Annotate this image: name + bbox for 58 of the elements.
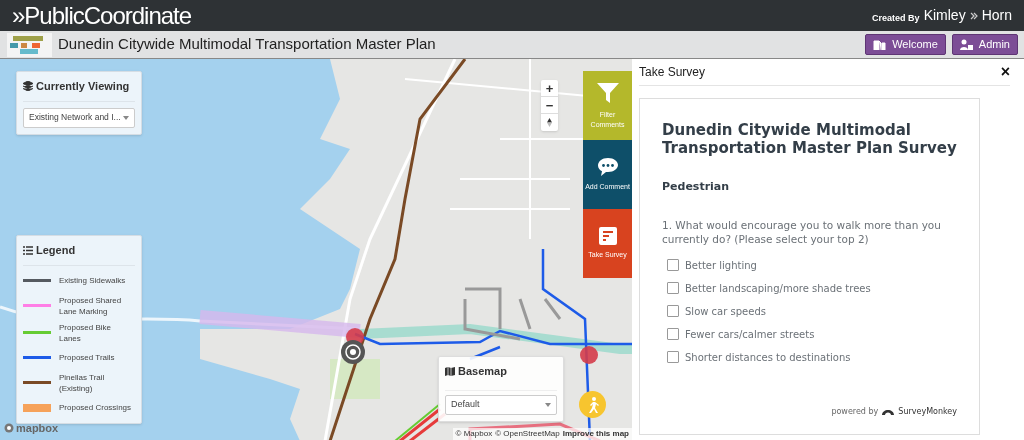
checkbox[interactable]	[667, 328, 679, 340]
clipboard-icon	[598, 227, 617, 245]
checkbox[interactable]	[667, 259, 679, 271]
layers-icon	[23, 81, 33, 92]
zoom-in-button[interactable]: +	[541, 80, 558, 97]
question-text: 1. What would encourage you to walk more than you currently do? (Please select your top 2)	[662, 217, 942, 246]
survey-title: Dunedin Citywide Multimodal Transportation Master Plan Survey	[662, 121, 957, 157]
walking-person-icon	[586, 396, 599, 413]
users-icon	[959, 38, 973, 51]
map-icon	[445, 366, 455, 376]
panel-title: Legend	[36, 243, 76, 258]
legend-label: Proposed Shared Lane Marking	[59, 294, 123, 317]
surveymonkey-logo-icon	[882, 409, 895, 415]
filter-icon	[595, 81, 620, 105]
basemap-dropdown[interactable]: Default	[445, 394, 557, 415]
option-label: Slow car speeds	[685, 304, 766, 319]
option-label: Better landscaping/more shade trees	[685, 281, 871, 296]
list-icon	[23, 245, 33, 255]
option-label: Fewer cars/calmer streets	[685, 327, 815, 342]
speech-bubble-icon	[596, 157, 619, 177]
app-logo[interactable]: »PublicCoordinate	[12, 3, 192, 28]
surveymonkey-logo-text: SurveyMonkey	[898, 406, 957, 418]
panel-title: Take Survey	[639, 64, 706, 81]
project-logo	[7, 32, 52, 57]
brand-name: Horn	[981, 6, 1012, 25]
location-marker[interactable]	[341, 340, 365, 364]
legend-label: Proposed Trails	[59, 352, 115, 363]
checkbox[interactable]	[667, 305, 679, 317]
legend-label: Proposed Bike Lanes	[59, 321, 113, 344]
section-heading: Pedestrian	[662, 179, 731, 195]
powered-by-text: powered by	[831, 406, 879, 418]
compass-icon	[547, 118, 552, 127]
option-label: Better lighting	[685, 258, 757, 273]
close-button[interactable]: ×	[1000, 64, 1010, 80]
attribution-link[interactable]: © OpenStreetMap	[495, 428, 560, 440]
zoom-out-button[interactable]: −	[541, 97, 558, 114]
mapbox-logo-text: mapbox	[16, 420, 59, 436]
brand-name: Kimley	[923, 6, 966, 25]
attribution-link[interactable]: © Mapbox	[455, 428, 493, 440]
panel-title: Basemap	[458, 364, 507, 379]
chevrons-icon	[969, 11, 978, 20]
layer-dropdown[interactable]: Existing Network and I...	[23, 107, 135, 128]
welcome-button[interactable]: Welcome	[865, 34, 946, 55]
attribution-link[interactable]: Improve this map	[562, 428, 629, 440]
legend-label: Existing Sidewalks	[59, 275, 126, 286]
legend-label: Pinellas Trail (Existing)	[59, 371, 106, 394]
credit-text: Created By	[872, 11, 920, 25]
checkbox[interactable]	[667, 351, 679, 363]
checkbox[interactable]	[667, 282, 679, 294]
project-title: Dunedin Citywide Multimodal Transportation Master Plan	[58, 34, 436, 55]
legend-label: Proposed Crossings	[59, 402, 132, 413]
admin-button[interactable]: Admin	[951, 34, 1018, 55]
caret-icon	[545, 402, 551, 407]
option-label: Shorter distances to destinations	[685, 350, 851, 365]
mapbox-logo-icon	[4, 422, 14, 433]
caret-icon	[123, 115, 129, 120]
crossing-marker[interactable]	[580, 346, 598, 364]
panel-title: Currently Viewing	[36, 79, 130, 94]
